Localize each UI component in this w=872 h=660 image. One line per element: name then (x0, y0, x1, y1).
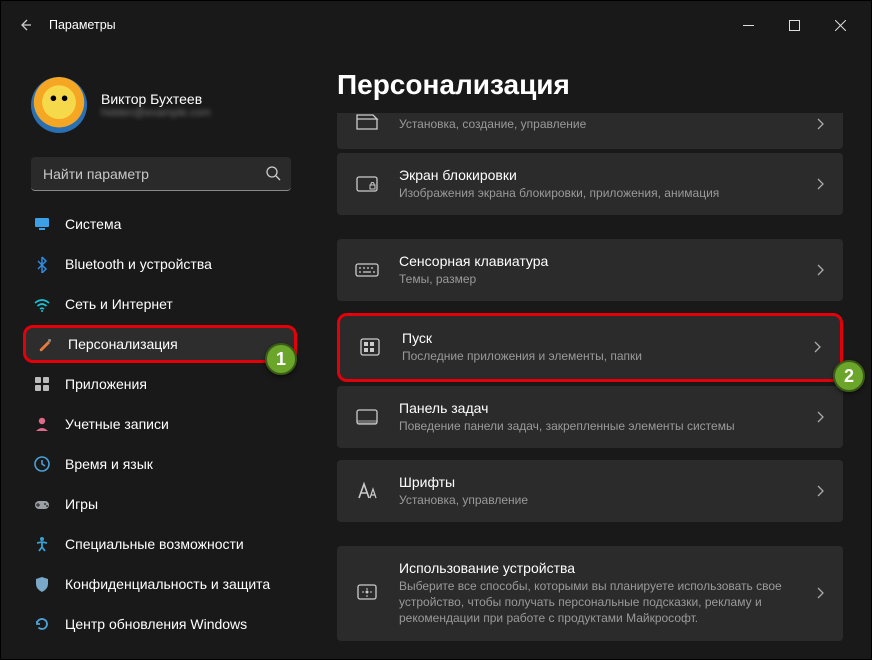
setting-card-theme[interactable]: Установка, создание, управление (337, 113, 843, 149)
page-title: Персонализация (337, 69, 843, 101)
chevron-right-icon (813, 484, 827, 498)
setting-card-lock[interactable]: Экран блокировки Изображения экрана блоки… (337, 153, 843, 215)
lock-icon (353, 173, 381, 195)
shield-icon (33, 575, 51, 593)
card-title: Шрифты (399, 474, 795, 490)
sidebar-item-label: Персонализация (68, 336, 178, 352)
update-icon (33, 615, 51, 633)
card-subtitle: Темы, размер (399, 271, 795, 287)
chevron-right-icon (813, 117, 827, 131)
game-icon (33, 495, 51, 513)
card-subtitle: Последние приложения и элементы, папки (402, 348, 792, 364)
sidebar-item-label: Специальные возможности (65, 536, 244, 552)
sidebar-item-9[interactable]: Конфиденциальность и защита (23, 565, 297, 603)
chevron-right-icon (813, 263, 827, 277)
settings-window: Параметры Виктор Бухтеев hidden@example.… (0, 0, 872, 660)
sidebar-item-label: Игры (65, 496, 98, 512)
sidebar-item-label: Центр обновления Windows (65, 616, 247, 632)
sidebar-item-1[interactable]: Bluetooth и устройства (23, 245, 297, 283)
sidebar-item-label: Учетные записи (65, 416, 169, 432)
sidebar-item-10[interactable]: Центр обновления Windows (23, 605, 297, 643)
theme-icon (353, 113, 381, 135)
sidebar-item-7[interactable]: Игры (23, 485, 297, 523)
card-title: Сенсорная клавиатура (399, 253, 795, 269)
start-icon (356, 336, 384, 358)
sidebar-item-4[interactable]: Приложения (23, 365, 297, 403)
sidebar-item-3[interactable]: Персонализация (23, 325, 297, 363)
usage-icon (353, 582, 381, 604)
chevron-right-icon (810, 340, 824, 354)
wifi-icon (33, 295, 51, 313)
bluetooth-icon (33, 255, 51, 273)
card-subtitle: Установка, управление (399, 492, 795, 508)
card-subtitle: Изображения экрана блокировки, приложени… (399, 185, 795, 201)
card-subtitle: Выберите все способы, которыми вы планир… (399, 578, 795, 627)
sidebar-item-label: Bluetooth и устройства (65, 256, 212, 272)
window-controls (725, 5, 863, 45)
card-title: Панель задач (399, 400, 795, 416)
font-icon (353, 480, 381, 502)
setting-card-usage[interactable]: Использование устройства Выберите все спо… (337, 546, 843, 641)
maximize-button[interactable] (771, 5, 817, 45)
user-name: Виктор Бухтеев (101, 91, 211, 107)
content-area: Виктор Бухтеев hidden@example.com Систем… (1, 49, 871, 659)
user-block[interactable]: Виктор Бухтеев hidden@example.com (13, 57, 303, 149)
main-panel: Персонализация Установка, создание, упра… (311, 49, 871, 659)
card-title: Экран блокировки (399, 167, 795, 183)
sidebar-item-label: Сеть и Интернет (65, 296, 173, 312)
setting-card-keyboard[interactable]: Сенсорная клавиатура Темы, размер (337, 239, 843, 301)
access-icon (33, 535, 51, 553)
sidebar-item-8[interactable]: Специальные возможности (23, 525, 297, 563)
sidebar-item-6[interactable]: Время и язык (23, 445, 297, 483)
clock-icon (33, 455, 51, 473)
arrow-left-icon (17, 17, 33, 33)
setting-card-taskbar[interactable]: Панель задач Поведение панели задач, закр… (337, 386, 843, 448)
chevron-right-icon (813, 586, 827, 600)
annotation-badge-2: 2 (833, 360, 865, 392)
brush-icon (36, 335, 54, 353)
setting-card-start[interactable]: Пуск Последние приложения и элементы, пап… (337, 313, 843, 381)
titlebar: Параметры (1, 1, 871, 49)
maximize-icon (789, 20, 800, 31)
sidebar: Виктор Бухтеев hidden@example.com Систем… (1, 49, 311, 659)
search-wrap (31, 157, 291, 191)
sidebar-item-label: Конфиденциальность и защита (65, 576, 270, 592)
apps-icon (33, 375, 51, 393)
card-subtitle: Поведение панели задач, закрепленные эле… (399, 418, 795, 434)
keyboard-icon (353, 259, 381, 281)
search-input[interactable] (31, 157, 291, 191)
minimize-icon (743, 20, 754, 31)
window-title: Параметры (49, 18, 116, 32)
user-icon (33, 415, 51, 433)
minimize-button[interactable] (725, 5, 771, 45)
sidebar-item-label: Приложения (65, 376, 147, 392)
monitor-icon (33, 215, 51, 233)
chevron-right-icon (813, 177, 827, 191)
sidebar-item-label: Время и язык (65, 456, 153, 472)
sidebar-item-5[interactable]: Учетные записи (23, 405, 297, 443)
card-title: Пуск (402, 330, 792, 346)
avatar (31, 77, 87, 133)
settings-list: Установка, создание, управление Экран бло… (337, 113, 843, 641)
taskbar-icon (353, 406, 381, 428)
close-icon (835, 20, 846, 31)
sidebar-item-2[interactable]: Сеть и Интернет (23, 285, 297, 323)
sidebar-item-0[interactable]: Система (23, 205, 297, 243)
chevron-right-icon (813, 410, 827, 424)
setting-card-font[interactable]: Шрифты Установка, управление (337, 460, 843, 522)
sidebar-nav: Система Bluetooth и устройства Сеть и Инте… (13, 205, 303, 643)
sidebar-item-label: Система (65, 216, 121, 232)
user-email: hidden@example.com (101, 107, 211, 119)
annotation-badge-1: 1 (265, 343, 297, 375)
card-title: Использование устройства (399, 560, 795, 576)
close-button[interactable] (817, 5, 863, 45)
back-button[interactable] (9, 9, 41, 41)
card-subtitle: Установка, создание, управление (399, 116, 795, 132)
search-icon (265, 165, 281, 181)
